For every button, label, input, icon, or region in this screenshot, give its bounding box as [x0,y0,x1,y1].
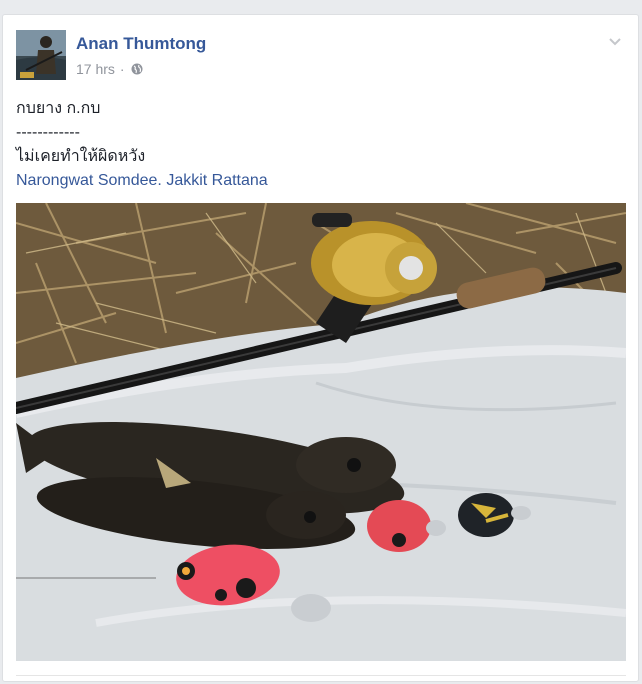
meta-separator: · [119,61,125,77]
globe-icon[interactable] [131,63,143,75]
tag-link[interactable]: Narongwat Somdee. [16,172,162,189]
post-text: กบยาง ก.กบ ------------ ไม่เคยทำให้ผิดหว… [16,97,616,193]
post-timestamp[interactable]: 17 hrs [76,61,115,77]
post-meta: 17 hrs · [76,60,143,78]
post-text-line: กบยาง ก.กบ [16,100,101,117]
feed-post: Anan Thumtong 17 hrs · กบยาง ก.กบ ------… [2,14,639,682]
divider [16,675,626,676]
tagged-people: Narongwat Somdee. Jakkit Rattana [16,169,616,193]
post-text-line: ------------ [16,124,80,141]
tag-link[interactable]: Jakkit Rattana [166,172,267,189]
avatar[interactable] [16,30,66,80]
post-text-line: ไม่เคยทำให้ผิดหวัง [16,148,146,165]
post-photo[interactable] [16,203,626,661]
chevron-down-icon[interactable] [608,34,622,46]
author-name[interactable]: Anan Thumtong [76,34,206,54]
